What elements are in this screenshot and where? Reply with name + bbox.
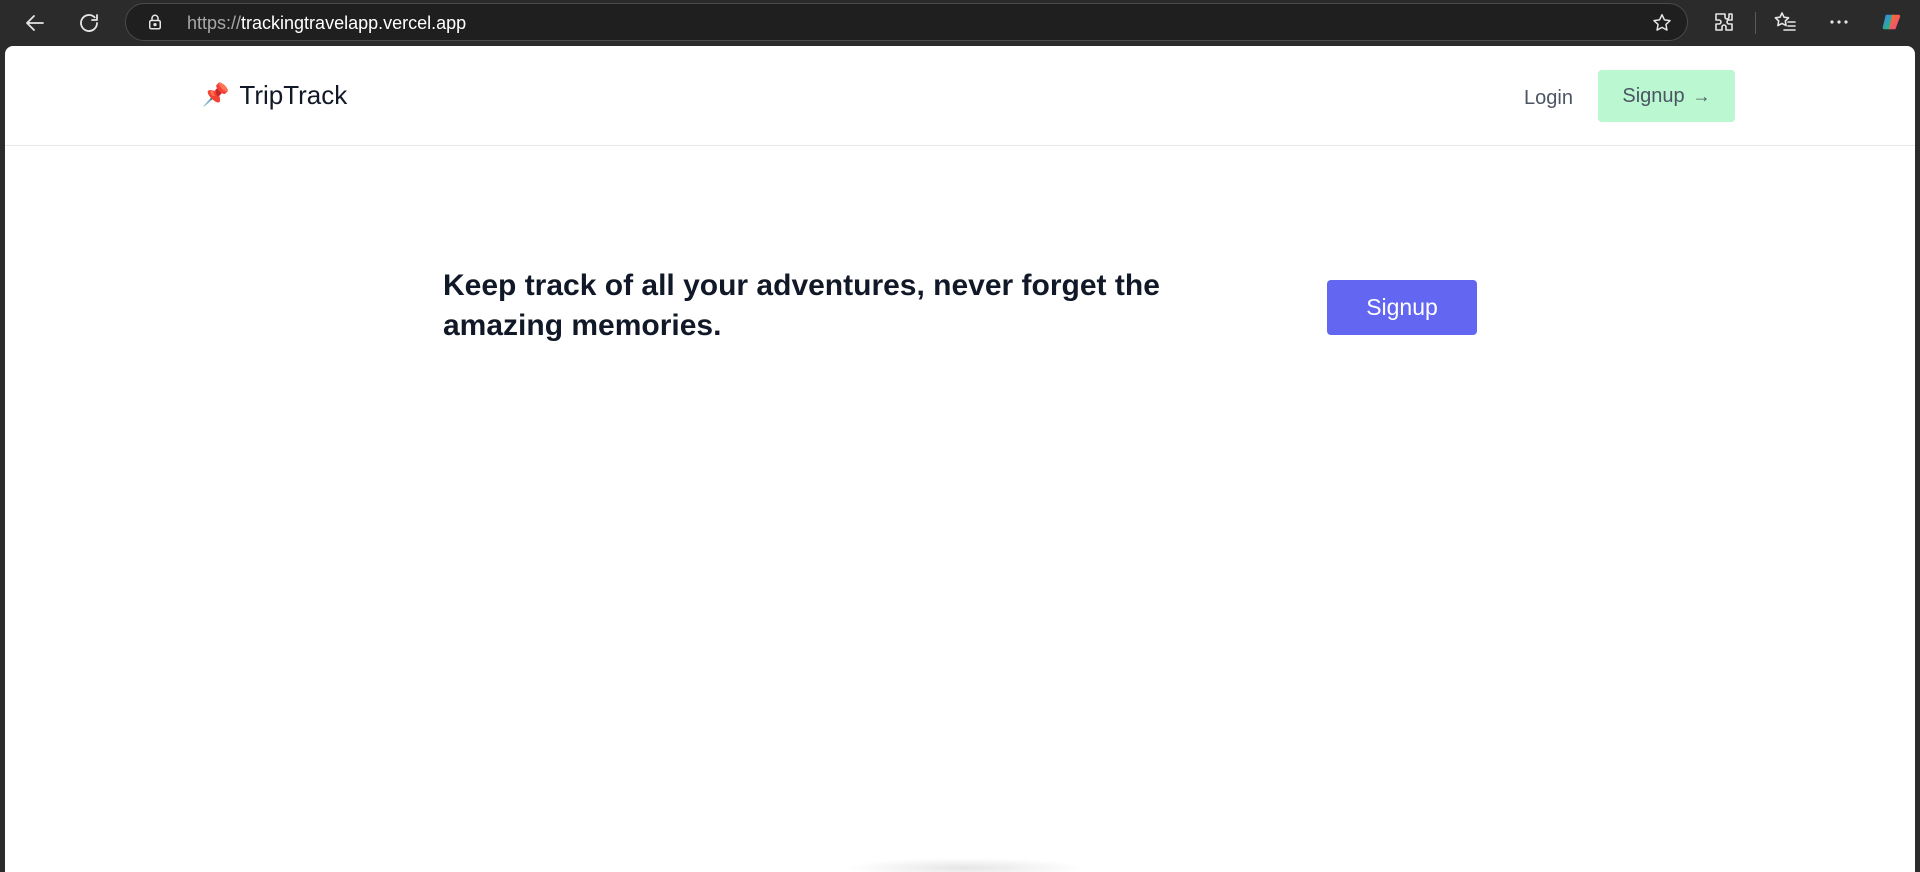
arrow-right-icon: →: [1692, 85, 1711, 106]
page-viewport: Keep track of all your adventures, never…: [5, 46, 1915, 872]
header-signup-label: Signup: [1622, 84, 1685, 107]
reload-icon[interactable]: [71, 5, 107, 41]
address-bar[interactable]: https://trackingtravelapp.vercel.app: [125, 3, 1688, 41]
lock-icon[interactable]: [146, 13, 164, 31]
star-icon[interactable]: [1651, 12, 1673, 34]
pushpin-icon: 📌: [202, 82, 230, 107]
more-icon[interactable]: [1825, 8, 1853, 36]
back-arrow-icon[interactable]: [17, 5, 53, 41]
hero-section: Keep track of all your adventures, never…: [5, 46, 1915, 872]
favorites-icon[interactable]: [1771, 8, 1799, 36]
url-host: trackingtravelapp.vercel.app: [241, 13, 467, 33]
bottom-shadow: [845, 858, 1085, 872]
header-signup-button[interactable]: Signup →: [1598, 70, 1735, 122]
toolbar-divider: [1755, 12, 1756, 34]
url-scheme: https://: [187, 13, 242, 33]
extensions-icon[interactable]: [1710, 8, 1738, 36]
login-link[interactable]: Login: [1524, 86, 1573, 110]
hero-tagline: Keep track of all your adventures, never…: [443, 269, 1160, 342]
site-header: 📌 TripTrack Login Signup →: [5, 46, 1915, 146]
hero-signup-button[interactable]: Signup: [1327, 280, 1477, 335]
browser-toolbar: https://trackingtravelapp.vercel.app: [0, 0, 1920, 46]
brand-logo[interactable]: 📌 TripTrack: [202, 80, 347, 110]
url-text[interactable]: https://trackingtravelapp.vercel.app: [187, 13, 466, 33]
brand-name: TripTrack: [239, 80, 348, 110]
copilot-icon[interactable]: [1878, 7, 1908, 37]
